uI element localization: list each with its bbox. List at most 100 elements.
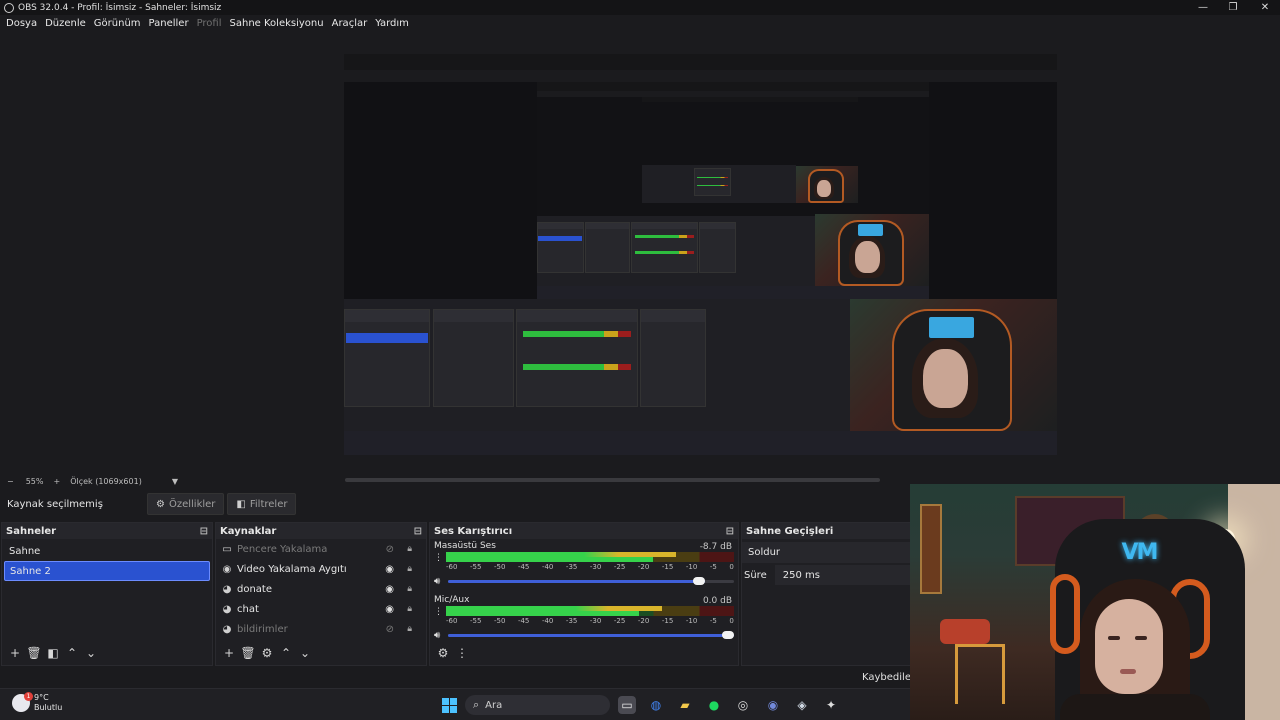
window-title: OBS 32.0.4 - Profil: İsimsiz - Sahneler:…: [18, 2, 222, 13]
menu-profile[interactable]: Profil: [193, 18, 226, 29]
lock-icon[interactable]: 🔒︎: [407, 564, 412, 574]
remove-scene-icon[interactable]: 🗑: [25, 644, 43, 662]
channel-menu-icon[interactable]: ⋮: [434, 608, 443, 617]
meter-tick-label: 0: [729, 617, 734, 625]
channel-db: -8.7 dB: [699, 542, 732, 552]
dock-menu-icon[interactable]: ⊟: [414, 526, 422, 537]
source-item[interactable]: ◕ chat ◉ 🔒︎: [216, 599, 426, 619]
scene-item-sahne[interactable]: Sahne: [4, 541, 210, 561]
volume-slider[interactable]: [448, 630, 734, 639]
menu-tools[interactable]: Araçlar: [328, 18, 372, 29]
spotify-icon[interactable]: ●: [705, 696, 723, 714]
add-source-icon[interactable]: +: [220, 644, 238, 662]
preview-area[interactable]: [0, 32, 1280, 474]
meter-tick-label: -60: [446, 563, 458, 571]
properties-label: Özellikler: [168, 498, 216, 510]
eye-off-icon[interactable]: ⊘: [386, 544, 394, 555]
duration-input[interactable]: 250 ms: [774, 565, 920, 585]
move-down-icon[interactable]: ⌄: [296, 644, 314, 662]
file-explorer-icon[interactable]: ▰: [676, 696, 694, 714]
menu-scene-collection[interactable]: Sahne Koleksiyonu: [226, 18, 328, 29]
eye-icon[interactable]: ◉: [385, 564, 394, 575]
source-properties-icon[interactable]: ⚙: [258, 644, 276, 662]
scene-item-sahne-2[interactable]: Sahne 2: [4, 561, 210, 581]
menu-view[interactable]: Görünüm: [90, 18, 145, 29]
zoom-in-button[interactable]: +: [53, 477, 60, 486]
lock-icon[interactable]: 🔒︎: [407, 544, 412, 554]
meter-tick-label: -45: [517, 563, 530, 571]
obs-taskbar-icon[interactable]: ◎: [734, 696, 752, 714]
menu-file[interactable]: Dosya: [2, 18, 41, 29]
eye-icon[interactable]: ◉: [385, 604, 394, 615]
meter-tick-label: -35: [565, 563, 578, 571]
meter-tick-label: -20: [637, 563, 650, 571]
source-item[interactable]: ▭ Pencere Yakalama ⊘ 🔒︎: [216, 539, 426, 559]
channel-name: Mic/Aux: [434, 595, 470, 605]
webcam-overlay: VM: [910, 484, 1280, 720]
mixer-channel: Mic/Aux 0.0 dB ⋮ -60 -55 -50 -45 -40 -35 -30 -2…: [430, 593, 738, 645]
taskbar-search[interactable]: ⌕ Ara: [465, 695, 610, 715]
task-view-icon[interactable]: ▭: [618, 696, 636, 714]
sources-title: Kaynaklar: [220, 525, 277, 537]
move-up-icon[interactable]: ⌃: [63, 644, 81, 662]
dock-menu-icon[interactable]: ⊟: [200, 526, 208, 537]
chrome-icon[interactable]: ◍: [647, 696, 665, 714]
lock-icon[interactable]: 🔒︎: [407, 624, 412, 634]
gear-icon: ⚙: [156, 498, 165, 510]
weather-widget[interactable]: 1 9°C Bulutlu: [12, 692, 62, 713]
eye-off-icon[interactable]: ⊘: [386, 624, 394, 635]
dock-menu-icon[interactable]: ⊟: [726, 526, 734, 537]
source-item[interactable]: ◕ donate ◉ 🔒︎: [216, 579, 426, 599]
speaker-icon[interactable]: 🔊︎: [434, 576, 448, 587]
volume-slider-handle[interactable]: [693, 576, 706, 585]
remove-source-icon[interactable]: 🗑: [239, 644, 257, 662]
menu-docks[interactable]: Paneller: [145, 18, 193, 29]
properties-button[interactable]: ⚙ Özellikler: [147, 493, 225, 515]
move-up-icon[interactable]: ⌃: [277, 644, 295, 662]
meter-tick-label: -20: [637, 617, 650, 625]
close-button[interactable]: ✕: [1250, 0, 1280, 15]
preview-canvas[interactable]: [344, 54, 1057, 455]
lock-icon[interactable]: 🔒︎: [407, 584, 412, 594]
scene-filters-icon[interactable]: ◧: [44, 644, 62, 662]
meter-tick-label: -40: [541, 563, 554, 571]
volume-meter: [446, 552, 734, 562]
preview-horizontal-scrollbar[interactable]: [345, 478, 880, 482]
transitions-body: Soldur Süre 250 ms: [742, 539, 920, 641]
scale-dropdown-icon[interactable]: ▼: [172, 477, 178, 486]
move-down-icon[interactable]: ⌄: [82, 644, 100, 662]
volume-slider-handle[interactable]: [722, 630, 734, 639]
filters-label: Filtreler: [249, 498, 288, 510]
meter-tick-label: -15: [661, 617, 674, 625]
zoom-out-button[interactable]: −: [7, 477, 14, 486]
transition-type-select[interactable]: Soldur: [742, 542, 920, 563]
minimize-button[interactable]: —: [1188, 0, 1218, 15]
app-icon[interactable]: ✦: [822, 696, 840, 714]
audio-settings-icon[interactable]: ⚙: [434, 644, 452, 662]
eye-icon[interactable]: ◉: [385, 584, 394, 595]
add-scene-icon[interactable]: +: [6, 644, 24, 662]
mixer-title: Ses Karıştırıcı: [434, 525, 513, 537]
source-item[interactable]: ◕ bildirimler ⊘ 🔒︎: [216, 619, 426, 639]
maximize-button[interactable]: ❐: [1218, 0, 1248, 15]
menu-help[interactable]: Yardım: [371, 18, 413, 29]
source-label: donate: [237, 583, 273, 595]
volume-slider[interactable]: [448, 576, 734, 585]
mixer-menu-icon[interactable]: ⋮: [453, 644, 471, 662]
transitions-dock: Sahne Geçişleri Soldur Süre 250 ms: [741, 522, 921, 666]
meter-tick-label: -60: [446, 617, 458, 625]
lock-icon[interactable]: 🔒︎: [407, 604, 412, 614]
source-item[interactable]: ◉ Video Yakalama Aygıtı ◉ 🔒︎: [216, 559, 426, 579]
filters-button[interactable]: ◧ Filtreler: [227, 493, 297, 515]
discord-icon[interactable]: ◉: [764, 696, 782, 714]
window-icon: ▭: [222, 543, 232, 555]
speaker-icon[interactable]: 🔊︎: [434, 630, 448, 641]
windows-start-icon[interactable]: [440, 696, 458, 714]
steam-icon[interactable]: ◈: [793, 696, 811, 714]
recursive-capture: [344, 54, 1057, 455]
meter-tick-label: -55: [469, 617, 482, 625]
scenes-header: Sahneler ⊟: [2, 523, 212, 539]
channel-menu-icon[interactable]: ⋮: [434, 554, 443, 563]
meter-level-2: [446, 557, 654, 562]
menu-edit[interactable]: Düzenle: [41, 18, 90, 29]
